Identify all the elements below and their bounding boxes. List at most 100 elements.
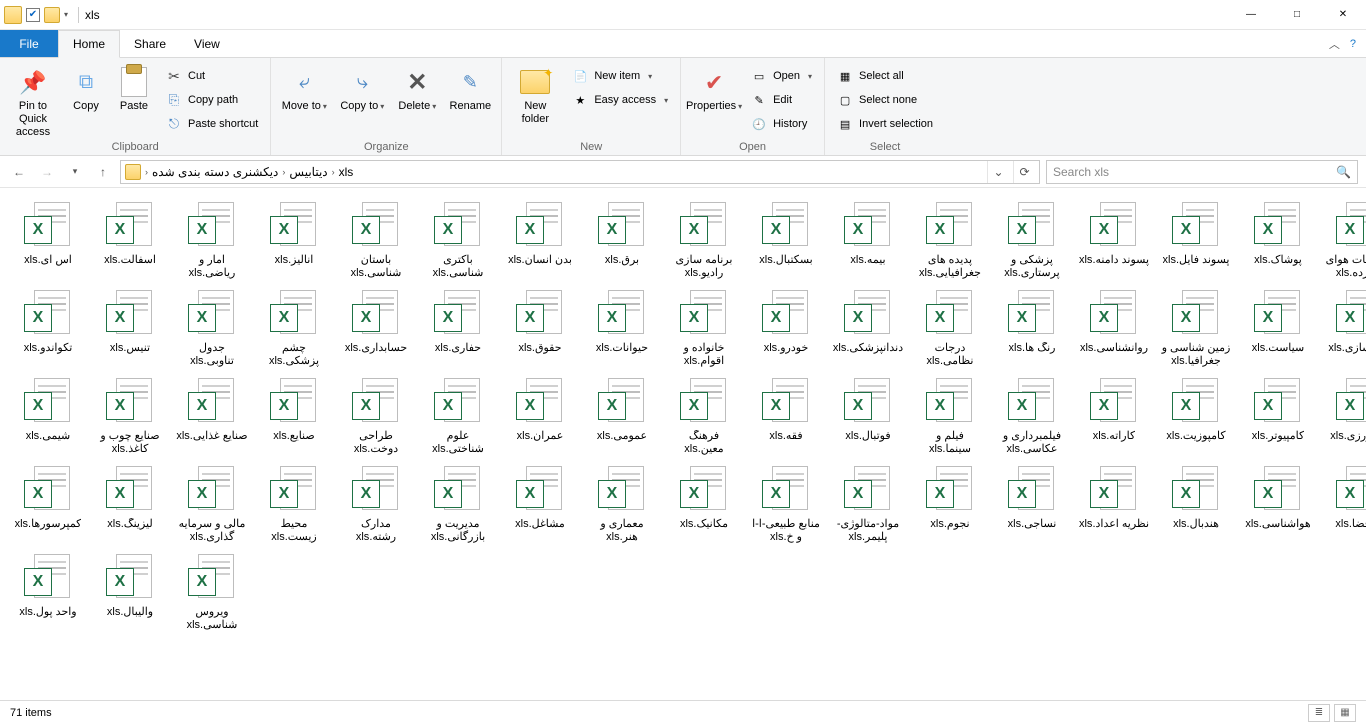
maximize-button[interactable]: □ bbox=[1274, 0, 1320, 29]
qat-properties-icon[interactable]: ✔ bbox=[26, 8, 40, 22]
file-item[interactable]: Xمواد-متالوژی-پلیمر.xls bbox=[832, 466, 904, 544]
file-item[interactable]: Xبیمه.xls bbox=[832, 202, 904, 280]
file-item[interactable]: Xتاسیسات هوای فشرده.xls bbox=[1324, 202, 1366, 280]
file-item[interactable]: Xپدیده های جغرافیایی.xls bbox=[914, 202, 986, 280]
cut-button[interactable]: ✂Cut bbox=[162, 66, 262, 86]
breadcrumb-item[interactable]: دیتابیس bbox=[289, 165, 327, 179]
breadcrumb-item[interactable]: دیکشنری دسته بندی شده bbox=[152, 165, 278, 179]
file-item[interactable]: Xآمار و ریاضی.xls bbox=[176, 202, 248, 280]
file-item[interactable]: Xمحیط زیست.xls bbox=[258, 466, 330, 544]
recent-locations-button[interactable]: ▾ bbox=[64, 161, 86, 183]
file-item[interactable]: Xاس آی.xls bbox=[12, 202, 84, 280]
file-item[interactable]: Xمدارک رشته.xls bbox=[340, 466, 412, 544]
tab-file[interactable]: File bbox=[0, 30, 58, 57]
file-item[interactable]: Xنجوم.xls bbox=[914, 466, 986, 544]
file-item[interactable]: Xباکتری شناسی.xls bbox=[422, 202, 494, 280]
close-button[interactable]: ✕ bbox=[1320, 0, 1366, 29]
file-item[interactable]: Xدرجات نظامی.xls bbox=[914, 290, 986, 368]
file-item[interactable]: Xکاراته.xls bbox=[1078, 378, 1150, 456]
select-all-button[interactable]: ▦Select all bbox=[833, 66, 937, 86]
file-item[interactable]: Xمکانیک.xls bbox=[668, 466, 740, 544]
refresh-button[interactable]: ⟳ bbox=[1013, 161, 1035, 183]
details-view-button[interactable]: ≣ bbox=[1308, 704, 1330, 722]
file-item[interactable]: Xمعماری و هنر.xls bbox=[586, 466, 658, 544]
file-item[interactable]: Xکمپرسورها.xls bbox=[12, 466, 84, 544]
paste-button[interactable]: Paste bbox=[114, 62, 154, 113]
file-item[interactable]: Xبدن انسان.xls bbox=[504, 202, 576, 280]
file-item[interactable]: Xفیلمبرداری و عکاسی.xls bbox=[996, 378, 1068, 456]
file-item[interactable]: Xویروس شناسی.xls bbox=[176, 554, 248, 632]
address-dropdown-button[interactable]: ⌄ bbox=[987, 161, 1009, 183]
file-item[interactable]: Xفرهنگ معین.xls bbox=[668, 378, 740, 456]
search-box[interactable]: Search xls 🔍 bbox=[1046, 160, 1358, 184]
file-item[interactable]: Xفیلم و سینما.xls bbox=[914, 378, 986, 456]
file-item[interactable]: Xشیمی.xls bbox=[12, 378, 84, 456]
file-item[interactable]: Xپزشکی و پرستاری.xls bbox=[996, 202, 1068, 280]
file-item[interactable]: Xوالیبال.xls bbox=[94, 554, 166, 632]
file-item[interactable]: Xنساجی.xls bbox=[996, 466, 1068, 544]
chevron-right-icon[interactable]: › bbox=[282, 167, 285, 177]
files-pane[interactable]: Xاس آی.xlsXآسفالت.xlsXآمار و ریاضی.xlsXآ… bbox=[0, 188, 1366, 700]
file-item[interactable]: Xبسکتبال.xls bbox=[750, 202, 822, 280]
file-item[interactable]: Xخودرو.xls bbox=[750, 290, 822, 368]
history-button[interactable]: 🕘History bbox=[747, 114, 816, 134]
properties-button[interactable]: ✔ Properties▾ bbox=[689, 62, 739, 113]
file-item[interactable]: Xفقه.xls bbox=[750, 378, 822, 456]
file-item[interactable]: Xخانواده و اقوام.xls bbox=[668, 290, 740, 368]
address-bar[interactable]: › دیکشنری دسته بندی شده › دیتابیس › xls … bbox=[120, 160, 1040, 184]
copy-to-button[interactable]: ⤷ Copy to▾ bbox=[337, 62, 387, 113]
file-item[interactable]: Xتکواندو.xls bbox=[12, 290, 84, 368]
file-item[interactable]: Xلیزینگ.xls bbox=[94, 466, 166, 544]
file-item[interactable]: Xکامپیوتر.xls bbox=[1242, 378, 1314, 456]
file-item[interactable]: Xدندانپزشکی.xls bbox=[832, 290, 904, 368]
file-item[interactable]: Xجدول تناوبی.xls bbox=[176, 290, 248, 368]
file-item[interactable]: Xنظریه اعداد.xls bbox=[1078, 466, 1150, 544]
file-item[interactable]: Xمدیریت و بازرگانی.xls bbox=[422, 466, 494, 544]
breadcrumb-item[interactable]: xls bbox=[339, 165, 354, 179]
minimize-button[interactable]: — bbox=[1228, 0, 1274, 29]
file-item[interactable]: Xهواشناسی.xls bbox=[1242, 466, 1314, 544]
file-item[interactable]: Xعلوم شناختی.xls bbox=[422, 378, 494, 456]
minimize-ribbon-icon[interactable]: ︿ bbox=[1329, 36, 1340, 52]
forward-button[interactable]: → bbox=[36, 161, 58, 183]
file-item[interactable]: Xپسوند فایل.xls bbox=[1160, 202, 1232, 280]
select-none-button[interactable]: ▢Select none bbox=[833, 90, 937, 110]
file-item[interactable]: Xکشاورزی.xls bbox=[1324, 378, 1366, 456]
tab-share[interactable]: Share bbox=[120, 30, 180, 57]
file-item[interactable]: Xحفاری.xls bbox=[422, 290, 494, 368]
file-item[interactable]: Xباستان شناسی.xls bbox=[340, 202, 412, 280]
chevron-right-icon[interactable]: › bbox=[145, 167, 148, 177]
file-item[interactable]: Xروانشناسی.xls bbox=[1078, 290, 1150, 368]
file-item[interactable]: Xطراحی دوخت.xls bbox=[340, 378, 412, 456]
back-button[interactable]: ← bbox=[8, 161, 30, 183]
file-item[interactable]: Xبرنامه سازی رادیو.xls bbox=[668, 202, 740, 280]
tab-home[interactable]: Home bbox=[58, 30, 120, 58]
file-item[interactable]: Xصنایع.xls bbox=[258, 378, 330, 456]
file-item[interactable]: Xعمومی.xls bbox=[586, 378, 658, 456]
file-item[interactable]: Xحیوانات.xls bbox=[586, 290, 658, 368]
tab-view[interactable]: View bbox=[180, 30, 234, 57]
file-item[interactable]: Xصنایع چوب و کاغذ.xls bbox=[94, 378, 166, 456]
file-item[interactable]: Xرنگ ها.xls bbox=[996, 290, 1068, 368]
invert-selection-button[interactable]: ▤Invert selection bbox=[833, 114, 937, 134]
file-item[interactable]: Xحسابداری.xls bbox=[340, 290, 412, 368]
paste-shortcut-button[interactable]: ⎋Paste shortcut bbox=[162, 114, 262, 134]
file-item[interactable]: Xفوتبال.xls bbox=[832, 378, 904, 456]
copy-path-button[interactable]: ⎘Copy path bbox=[162, 90, 262, 110]
help-icon[interactable]: ? bbox=[1350, 38, 1356, 50]
file-item[interactable]: Xآنالیز.xls bbox=[258, 202, 330, 280]
file-item[interactable]: Xکامپوزیت.xls bbox=[1160, 378, 1232, 456]
file-item[interactable]: Xصنایع غذایی.xls bbox=[176, 378, 248, 456]
file-item[interactable]: Xهوافضا.xls bbox=[1324, 466, 1366, 544]
pin-to-quick-access-button[interactable]: 📌 Pin to Quick access bbox=[8, 62, 58, 139]
file-item[interactable]: Xمشاغل.xls bbox=[504, 466, 576, 544]
file-item[interactable]: Xحقوق.xls bbox=[504, 290, 576, 368]
chevron-right-icon[interactable]: › bbox=[332, 167, 335, 177]
qat-dropdown-icon[interactable]: ▾ bbox=[64, 10, 68, 19]
rename-button[interactable]: ✎ Rename bbox=[447, 62, 493, 113]
file-item[interactable]: Xمالی و سرمایه گذاری.xls bbox=[176, 466, 248, 544]
file-item[interactable]: Xپوشاک.xls bbox=[1242, 202, 1314, 280]
new-folder-button[interactable]: New folder bbox=[510, 62, 560, 126]
open-button[interactable]: ▭Open▾ bbox=[747, 66, 816, 86]
thumbnails-view-button[interactable]: ▦ bbox=[1334, 704, 1356, 722]
